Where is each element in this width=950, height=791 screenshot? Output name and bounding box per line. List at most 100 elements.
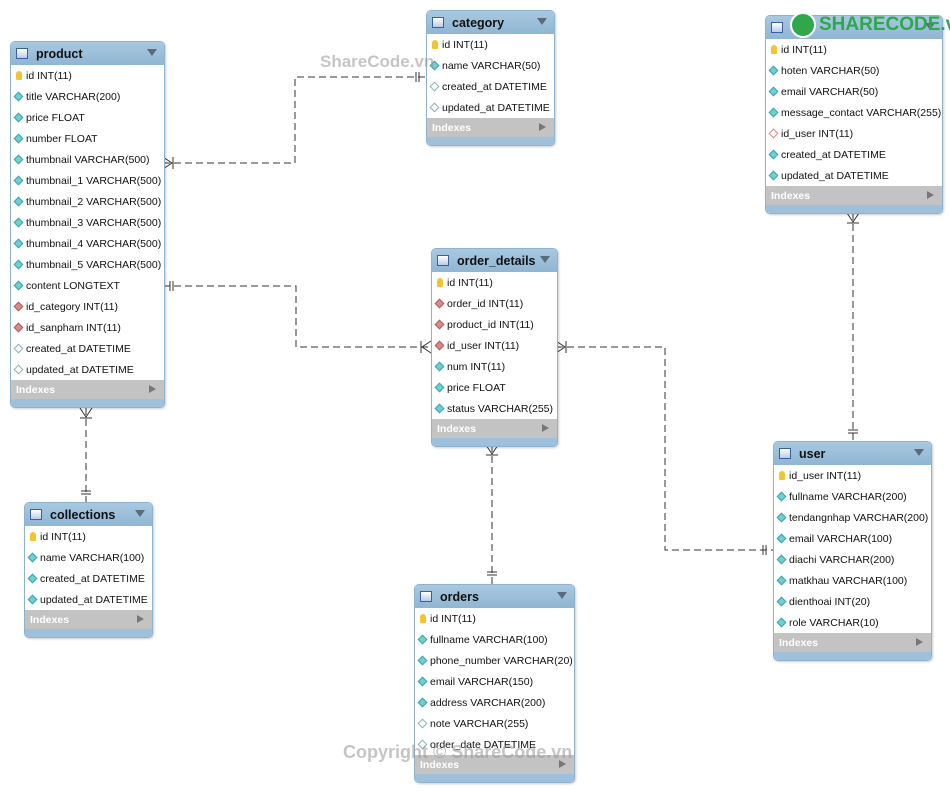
column-row[interactable]: matkhau VARCHAR(100) [774, 570, 931, 591]
column-row[interactable]: num INT(11) [432, 356, 557, 377]
collapse-arrow-icon[interactable] [135, 510, 145, 517]
column-icon [429, 102, 440, 113]
table-order_details[interactable]: order_details id INT(11) order_id INT(11) p… [431, 248, 558, 447]
indexes-section[interactable]: Indexes [774, 633, 931, 652]
column-row[interactable]: title VARCHAR(200) [11, 86, 164, 107]
collapse-arrow-icon[interactable] [557, 592, 567, 599]
column-row[interactable]: name VARCHAR(50) [427, 55, 554, 76]
table-header[interactable]: product [11, 42, 164, 65]
column-row[interactable]: updated_at DATETIME [25, 589, 152, 610]
column-label: note VARCHAR(255) [430, 717, 529, 730]
column-row[interactable]: email VARCHAR(100) [774, 528, 931, 549]
table-contact[interactable]: id INT(11) hoten VARCHAR(50) email VARCHAR… [765, 15, 943, 214]
table-name: collections [50, 507, 116, 522]
column-row[interactable]: id_category INT(11) [11, 296, 164, 317]
table-header[interactable]: user [774, 442, 931, 465]
table-category[interactable]: category id INT(11) name VARCHAR(50) create… [426, 10, 555, 146]
column-row[interactable]: status VARCHAR(255) [432, 398, 557, 419]
table-header[interactable]: collections [25, 503, 152, 526]
column-row[interactable]: dienthoai INT(20) [774, 591, 931, 612]
column-row[interactable]: note VARCHAR(255) [415, 713, 574, 734]
table-user[interactable]: user id_user INT(11) fullname VARCHAR(200)… [773, 441, 932, 661]
indexes-section[interactable]: Indexes [427, 118, 554, 137]
expand-arrow-icon[interactable] [539, 123, 546, 131]
column-row[interactable]: fullname VARCHAR(200) [774, 486, 931, 507]
table-header[interactable]: order_details [432, 249, 557, 272]
column-row[interactable]: email VARCHAR(150) [415, 671, 574, 692]
foreign-key-icon [434, 319, 445, 330]
indexes-section[interactable]: Indexes [11, 380, 164, 399]
column-row[interactable]: id INT(11) [427, 34, 554, 55]
indexes-section[interactable]: Indexes [432, 419, 557, 438]
column-row[interactable]: order_id INT(11) [432, 293, 557, 314]
column-label: title VARCHAR(200) [26, 90, 121, 103]
indexes-section[interactable]: Indexes [766, 186, 942, 205]
column-label: thumbnail_5 VARCHAR(500) [26, 258, 162, 271]
column-row[interactable]: thumbnail VARCHAR(500) [11, 149, 164, 170]
table-collections[interactable]: collections id INT(11) name VARCHAR(100) cr… [24, 502, 153, 638]
column-row[interactable]: tendangnhap VARCHAR(200) [774, 507, 931, 528]
column-row[interactable]: id_user INT(11) [766, 123, 942, 144]
expand-arrow-icon[interactable] [927, 191, 934, 199]
column-row[interactable]: id INT(11) [766, 39, 942, 60]
column-row[interactable]: diachi VARCHAR(200) [774, 549, 931, 570]
column-row[interactable]: address VARCHAR(200) [415, 692, 574, 713]
logo-icon [790, 12, 816, 38]
column-label: id_user INT(11) [781, 127, 854, 140]
column-row[interactable]: id_user INT(11) [774, 465, 931, 486]
expand-arrow-icon[interactable] [542, 424, 549, 432]
column-row[interactable]: created_at DATETIME [766, 144, 942, 165]
column-row[interactable]: phone_number VARCHAR(20) [415, 650, 574, 671]
column-row[interactable]: id INT(11) [432, 272, 557, 293]
column-row[interactable]: updated_at DATETIME [11, 359, 164, 380]
column-row[interactable]: product_id INT(11) [432, 314, 557, 335]
expand-arrow-icon[interactable] [916, 638, 923, 646]
column-row[interactable]: id INT(11) [11, 65, 164, 86]
column-row[interactable]: role VARCHAR(10) [774, 612, 931, 633]
column-row[interactable]: created_at DATETIME [11, 338, 164, 359]
column-row[interactable]: number FLOAT [11, 128, 164, 149]
column-row[interactable]: id_user INT(11) [432, 335, 557, 356]
column-icon [776, 596, 787, 607]
column-row[interactable]: content LONGTEXT [11, 275, 164, 296]
column-icon [768, 149, 779, 160]
column-icon [434, 361, 445, 372]
column-row[interactable]: name VARCHAR(100) [25, 547, 152, 568]
column-row[interactable]: thumbnail_5 VARCHAR(500) [11, 254, 164, 275]
column-row[interactable]: thumbnail_3 VARCHAR(500) [11, 212, 164, 233]
column-row[interactable]: thumbnail_2 VARCHAR(500) [11, 191, 164, 212]
column-icon [27, 552, 38, 563]
column-icon [13, 154, 24, 165]
column-row[interactable]: updated_at DATETIME [766, 165, 942, 186]
column-row[interactable]: email VARCHAR(50) [766, 81, 942, 102]
table-product[interactable]: product id INT(11) title VARCHAR(200) price… [10, 41, 165, 408]
column-row[interactable]: message_contact VARCHAR(255) [766, 102, 942, 123]
primary-key-icon [420, 614, 426, 623]
column-row[interactable]: thumbnail_1 VARCHAR(500) [11, 170, 164, 191]
expand-arrow-icon[interactable] [149, 385, 156, 393]
column-row[interactable]: hoten VARCHAR(50) [766, 60, 942, 81]
collapse-arrow-icon[interactable] [540, 256, 550, 263]
table-icon [437, 255, 449, 266]
column-row[interactable]: id INT(11) [25, 526, 152, 547]
collapse-arrow-icon[interactable] [537, 18, 547, 25]
column-label: tendangnhap VARCHAR(200) [789, 511, 929, 524]
expand-arrow-icon[interactable] [137, 615, 144, 623]
column-row[interactable]: created_at DATETIME [25, 568, 152, 589]
column-row[interactable]: updated_at DATETIME [427, 97, 554, 118]
collapse-arrow-icon[interactable] [147, 49, 157, 56]
column-row[interactable]: price FLOAT [432, 377, 557, 398]
column-label: id INT(11) [442, 38, 488, 51]
column-icon [13, 196, 24, 207]
collapse-arrow-icon[interactable] [914, 449, 924, 456]
column-row[interactable]: id INT(11) [415, 608, 574, 629]
column-row[interactable]: fullname VARCHAR(100) [415, 629, 574, 650]
column-row[interactable]: id_sanpham INT(11) [11, 317, 164, 338]
column-icon [13, 280, 24, 291]
table-header[interactable]: orders [415, 585, 574, 608]
column-row[interactable]: price FLOAT [11, 107, 164, 128]
column-row[interactable]: created_at DATETIME [427, 76, 554, 97]
column-row[interactable]: thumbnail_4 VARCHAR(500) [11, 233, 164, 254]
table-header[interactable]: category [427, 11, 554, 34]
indexes-section[interactable]: Indexes [25, 610, 152, 629]
